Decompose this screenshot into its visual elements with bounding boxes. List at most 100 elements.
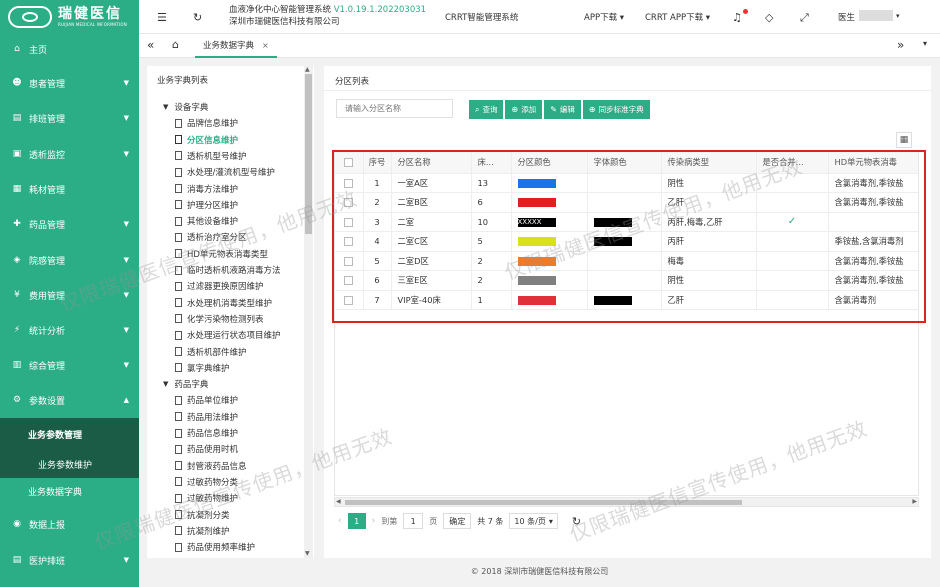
bell-icon[interactable]: ♫ — [732, 11, 742, 24]
dictionary-tree-panel: 业务字典列表 ▼ 设备字典 品牌信息维护 分区信息维护 透析机型号维护 水处理/灌流机型号… — [147, 66, 314, 558]
tree-item[interactable]: 药品使用时机 — [175, 443, 238, 455]
edit-label: 编辑 — [559, 105, 575, 114]
sidebar-item[interactable]: ◈ 院感管理 ▼ — [0, 243, 139, 277]
tree-item[interactable]: 分区信息维护 — [175, 134, 238, 146]
tree-item[interactable]: 其他设备维护 — [175, 215, 238, 227]
tree-item[interactable]: 透析机型号维护 — [175, 150, 247, 162]
tag-icon[interactable]: ◇ — [765, 11, 773, 24]
tree-item[interactable]: 过滤器更换原因维护 — [175, 280, 264, 292]
prev-page-icon[interactable]: ‹ — [338, 516, 342, 526]
query-button[interactable]: ⌕ 查询 — [469, 100, 504, 119]
tree-group[interactable]: ▼ 药品字典 — [163, 378, 208, 390]
sidebar-item[interactable]: ⚡ 统计分析 ▼ — [0, 313, 139, 347]
tree-item[interactable]: 临时透析机液路消毒方法 — [175, 264, 281, 276]
sidebar-item[interactable]: ⚙ 参数设置 ▲ — [0, 383, 139, 417]
tree-item[interactable]: 过敏药物维护 — [175, 492, 238, 504]
user-name-blurred — [859, 10, 893, 21]
crrt-system-link[interactable]: CRRT智能管理系统 — [445, 11, 518, 23]
sidebar-subitem-dictionary[interactable]: 业务数据字典 — [0, 478, 139, 504]
scroll-down-icon[interactable]: ▼ — [305, 550, 310, 557]
tree-item[interactable]: 药品单位维护 — [175, 394, 238, 406]
app-download-menu[interactable]: APP下载 ▾ — [584, 11, 624, 23]
goto-page-input[interactable]: 1 — [403, 513, 424, 529]
document-icon — [175, 477, 182, 487]
sidebar-subitem-params[interactable]: 业务参数维护 — [0, 451, 139, 478]
tab-business-dictionary[interactable]: 业务数据字典 × — [195, 34, 277, 58]
sidebar-item[interactable]: ▣ 透析监控 ▼ — [0, 137, 139, 171]
tree-item[interactable]: 透析治疗室分区 — [175, 231, 247, 243]
sidebar-item[interactable]: ⌂ 主页 — [0, 32, 139, 66]
scroll-left-icon[interactable]: ◀ — [336, 498, 341, 505]
add-button[interactable]: ⊕ 添加 — [505, 100, 543, 119]
tabs-scroll-left-icon[interactable]: « — [147, 38, 154, 52]
page-size-select[interactable]: 10 条/页 ▾ — [509, 513, 558, 529]
hscroll-thumb[interactable] — [345, 500, 742, 505]
tree-item[interactable]: 氯字典维护 — [175, 362, 230, 374]
tree-item[interactable]: 药品信息维护 — [175, 427, 238, 439]
tree-item-label: 药品信息维护 — [187, 429, 239, 439]
zone-name-search-input[interactable] — [336, 99, 453, 118]
tabs-menu-icon[interactable]: ▾ — [923, 39, 927, 48]
query-label: 查询 — [482, 105, 498, 114]
table-horizontal-scrollbar[interactable]: ◀ ▶ — [334, 497, 919, 507]
sidebar-item[interactable]: ▤ 医护排班 ▼ — [0, 543, 139, 577]
box-icon: ▦ — [12, 184, 22, 194]
tree-item[interactable]: 药品使用频率维护 — [175, 541, 255, 553]
tree-group[interactable]: ▼ 设备字典 — [163, 101, 208, 113]
scroll-up-icon[interactable]: ▲ — [305, 66, 310, 73]
tree-item[interactable]: 抗凝剂维护 — [175, 525, 230, 537]
sidebar-item[interactable]: ✚ 药品管理 ▼ — [0, 207, 139, 241]
next-page-icon[interactable]: › — [372, 516, 376, 526]
tree-scrollbar[interactable]: ▲ ▼ — [304, 66, 313, 558]
tree-item[interactable]: 透析机部件维护 — [175, 346, 247, 358]
menu-toggle-icon[interactable]: ☰ — [157, 11, 167, 24]
tree-item[interactable]: 抗凝剂分类 — [175, 509, 230, 521]
sync-label: 同步标准字典 — [598, 105, 644, 114]
tree-item[interactable]: 水处理运行状态项目维护 — [175, 329, 281, 341]
tree-item[interactable]: 水处理/灌流机型号维护 — [175, 166, 275, 178]
tree-item[interactable]: 化学污染物检测列表 — [175, 313, 264, 325]
triangle-down-icon[interactable]: ▼ — [163, 103, 168, 111]
tree-item-label: 过滤器更换原因维护 — [187, 282, 264, 293]
document-icon — [175, 542, 182, 552]
refresh-table-icon[interactable]: ↻ — [572, 515, 581, 528]
tree-item[interactable]: HD单元物表消毒类型 — [175, 248, 268, 260]
fullscreen-icon[interactable]: ⤢ — [800, 11, 809, 25]
crrt-app-download-menu[interactable]: CRRT APP下载 ▾ — [645, 11, 710, 23]
total-count: 共 7 条 — [477, 516, 504, 526]
user-menu[interactable]: 医生 — [838, 11, 855, 23]
sidebar-item[interactable]: ¥ 费用管理 ▼ — [0, 278, 139, 312]
refresh-icon[interactable]: ↻ — [193, 11, 202, 24]
tree-item[interactable]: 药品用法维护 — [175, 411, 238, 423]
close-icon[interactable]: × — [262, 41, 269, 50]
tabs-scroll-right-icon[interactable]: » — [897, 38, 904, 52]
scrollbar-thumb[interactable] — [305, 74, 312, 234]
sidebar-item[interactable]: ◉ 数据上报 — [0, 507, 139, 541]
tree-item[interactable]: 护理分区维护 — [175, 199, 238, 211]
tree-item[interactable]: 消毒方法维护 — [175, 183, 238, 195]
sidebar-item[interactable]: ▤ 排班管理 ▼ — [0, 101, 139, 135]
tree-item[interactable]: 过敏药物分类 — [175, 476, 238, 488]
tree-item[interactable]: 封管液药品信息 — [175, 460, 247, 472]
sidebar-item[interactable]: ▥ 综合管理 ▼ — [0, 348, 139, 382]
sync-standard-dictionary-button[interactable]: ⊕ 同步标准字典 — [582, 100, 650, 119]
tree-item-label: 化学污染物检测列表 — [187, 314, 264, 325]
column-settings-icon[interactable]: ▦ — [896, 132, 912, 148]
users-icon: ☻ — [12, 78, 22, 88]
sidebar-item-label: 数据上报 — [29, 520, 66, 531]
tree-item[interactable]: 水处理机消毒类型维护 — [175, 297, 272, 309]
sidebar-item[interactable]: ▦ 耗材管理 — [0, 172, 139, 206]
triangle-down-icon[interactable]: ▼ — [163, 380, 168, 388]
grid-icon: ▥ — [12, 360, 22, 370]
scroll-right-icon[interactable]: ▶ — [912, 498, 917, 505]
tree-item[interactable]: 品牌信息维护 — [175, 117, 238, 129]
sidebar-item[interactable]: ☻ 患者管理 ▼ — [0, 66, 139, 100]
monitor-icon: ▣ — [12, 149, 22, 159]
user-caret-icon[interactable]: ▾ — [896, 12, 900, 20]
current-page[interactable]: 1 — [347, 513, 366, 529]
sidebar-sub-header[interactable]: 业务参数管理 — [0, 418, 139, 451]
goto-confirm-button[interactable]: 确定 — [443, 513, 472, 529]
home-tab-icon[interactable]: ⌂ — [172, 38, 179, 51]
company-name: 深圳市瑞健医信科技有限公司 — [229, 17, 340, 27]
edit-button[interactable]: ✎ 编辑 — [544, 100, 581, 119]
